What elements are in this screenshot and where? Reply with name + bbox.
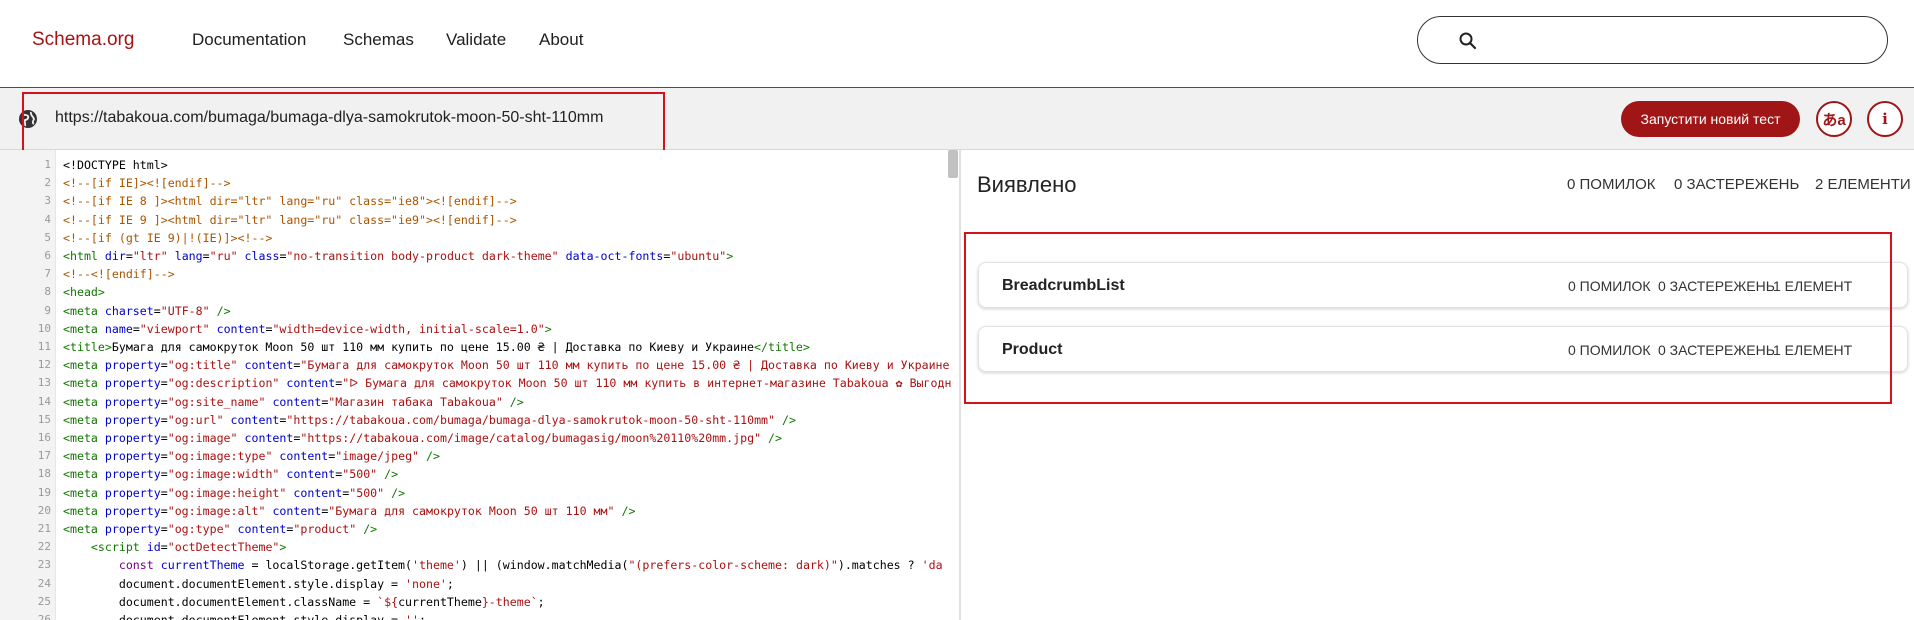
- code-text: <meta property="og:image:type" content="…: [63, 449, 440, 464]
- code-text: <meta property="og:site_name" content="М…: [63, 394, 524, 409]
- line-number: 9: [44, 303, 51, 317]
- run-new-test-button[interactable]: Запустити новий тест: [1621, 101, 1800, 137]
- line-number: 16: [37, 431, 51, 444]
- line-number: 11: [37, 340, 51, 353]
- line-number: 25: [37, 594, 51, 608]
- warnings-count: 0 ЗАСТЕРЕЖЕНЬ: [1674, 176, 1800, 193]
- line-number: 13: [37, 376, 51, 390]
- code-text: document.documentElement.style.display =…: [63, 576, 454, 591]
- source-code-panel[interactable]: 1 <!DOCTYPE html> 2 <!--[if IE]><![endif]--…: [0, 150, 960, 620]
- code-text: <meta name="viewport" content="width=dev…: [63, 321, 552, 336]
- line-number: 8: [44, 285, 51, 299]
- code-text: <!--[if IE]><![endif]-->: [63, 176, 231, 191]
- info-icon[interactable]: i: [1867, 101, 1903, 137]
- nav-about[interactable]: About: [539, 30, 583, 50]
- code-text: <meta property="og:image" content="https…: [63, 431, 783, 445]
- code-text: <html dir="ltr" lang="ru" class="no-tran…: [63, 249, 734, 263]
- line-number: 2: [44, 176, 51, 190]
- line-number: 5: [44, 230, 51, 244]
- code-text: <meta charset="UTF-8" />: [63, 303, 231, 318]
- line-number: 22: [37, 540, 51, 554]
- items-count: 2 ЕЛЕМЕНТИ: [1815, 176, 1911, 193]
- url-highlight-box: [22, 92, 665, 158]
- line-number: 26: [37, 613, 51, 620]
- code-text: <meta property="og:title" content="Бумаг…: [63, 358, 950, 373]
- line-number: 4: [44, 212, 51, 226]
- code-text: <meta property="og:type" content="produc…: [63, 522, 378, 536]
- line-number: 20: [37, 503, 51, 517]
- line-number: 17: [37, 449, 51, 463]
- code-text: <meta property="og:image:height" content…: [63, 485, 406, 500]
- code-text: <meta property="og:description" content=…: [63, 376, 952, 391]
- language-button[interactable]: あa: [1816, 101, 1852, 137]
- code-text: <script id="octDetectTheme">: [90, 540, 287, 555]
- code-text: <!--[if (gt IE 9)|!(IE)]><!-->: [63, 230, 273, 245]
- line-number: 3: [44, 194, 51, 208]
- search-icon: [1459, 32, 1477, 50]
- code-text: <title>Бумага для самокруток Moon 50 шт …: [63, 340, 810, 354]
- line-number: 7: [44, 267, 51, 281]
- code-text: <meta property="og:image:alt" content="Б…: [63, 503, 636, 518]
- line-number: 19: [37, 485, 51, 499]
- line-number: 24: [37, 576, 51, 590]
- line-number: 10: [37, 321, 51, 335]
- line-number: 23: [37, 558, 51, 572]
- errors-count: 0 ПОМИЛОК: [1567, 176, 1656, 193]
- code-text: <!--<![endif]-->: [63, 267, 175, 282]
- nav-documentation[interactable]: Documentation: [192, 30, 306, 50]
- search-input[interactable]: [1417, 16, 1888, 64]
- nav-validate[interactable]: Validate: [446, 30, 506, 50]
- code-text: document.documentElement.style.display =…: [63, 613, 426, 620]
- line-number: 18: [37, 467, 51, 481]
- code-text: const currentTheme = localStorage.getIte…: [118, 558, 943, 573]
- line-number: 21: [37, 522, 51, 535]
- nav-schemas[interactable]: Schemas: [343, 30, 414, 50]
- code-text: <!--[if IE 9 ]><html dir="ltr" lang="ru"…: [63, 212, 517, 227]
- line-number: 12: [37, 358, 51, 372]
- code-text: <meta property="og:image:width" content=…: [63, 467, 399, 482]
- results-title: Виявлено: [977, 172, 1077, 197]
- code-text: document.documentElement.className = `${…: [63, 594, 545, 609]
- line-number: 1: [44, 158, 51, 171]
- code-text: <!--[if IE 8 ]><html dir="ltr" lang="ru"…: [63, 194, 517, 209]
- results-highlight-box: [964, 232, 1892, 404]
- top-navigation: Schema.org Documentation Schemas Validat…: [0, 0, 1914, 88]
- line-number: 15: [37, 412, 51, 426]
- line-number: 14: [37, 394, 51, 408]
- code-scrollbar[interactable]: [948, 150, 958, 178]
- logo[interactable]: Schema.org: [32, 29, 134, 51]
- code-text: <!DOCTYPE html>: [63, 158, 168, 172]
- code-text: <meta property="og:url" content="https:/…: [63, 412, 796, 427]
- line-number: 6: [44, 249, 51, 262]
- code-text: <head>: [63, 285, 105, 300]
